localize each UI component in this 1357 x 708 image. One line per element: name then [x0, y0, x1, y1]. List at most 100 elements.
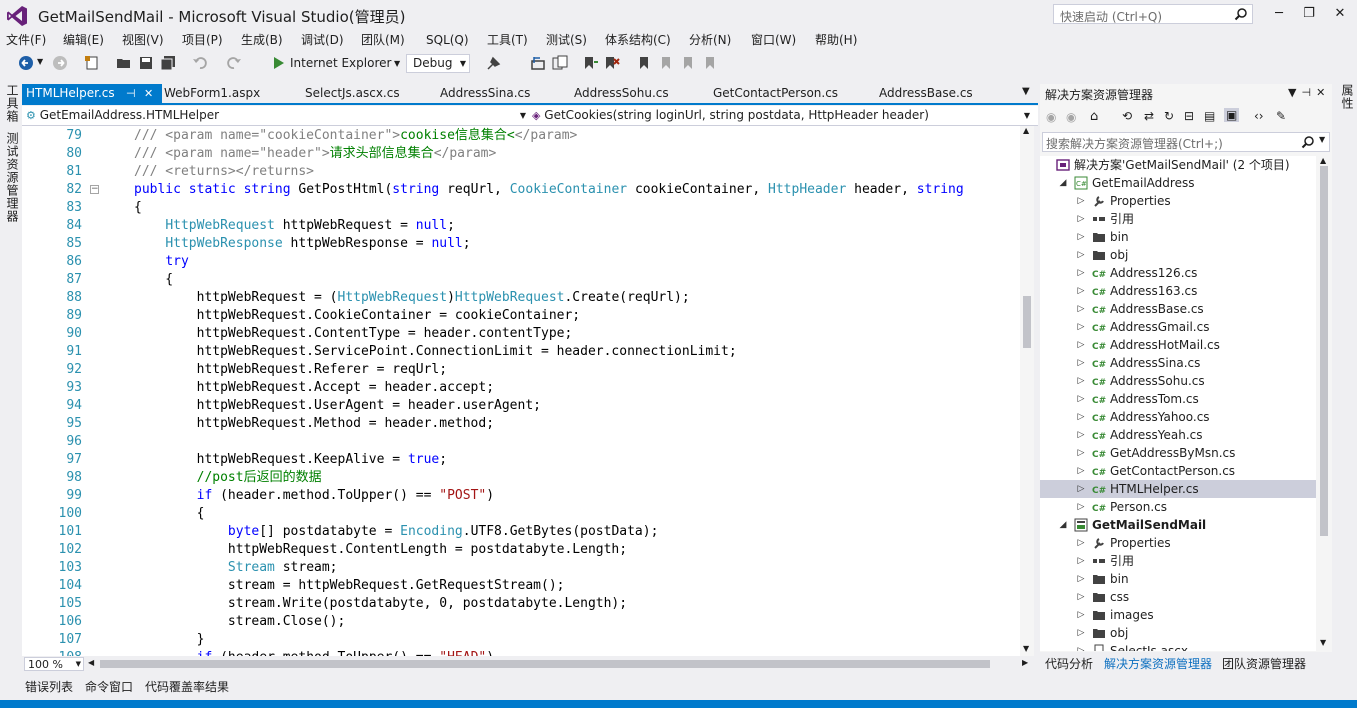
bookmark-clear-icon[interactable]: [658, 55, 674, 71]
scroll-thumb[interactable]: [1023, 296, 1031, 348]
tree-item[interactable]: ◢ GetMailSendMail: [1040, 516, 1316, 534]
collapsed-arrow-icon[interactable]: ▷: [1076, 552, 1086, 570]
tree-item[interactable]: ▷ C# GetAddressByMsn.cs: [1040, 444, 1316, 462]
collapsed-arrow-icon[interactable]: ▷: [1076, 282, 1086, 300]
menu-architecture[interactable]: 体系结构(C): [605, 32, 671, 48]
tree-item[interactable]: ▷ bin: [1040, 570, 1316, 588]
collapsed-arrow-icon[interactable]: ▷: [1076, 300, 1086, 318]
view-code-icon[interactable]: ‹›: [1254, 109, 1264, 123]
scroll-thumb[interactable]: [1320, 166, 1328, 536]
collapsed-arrow-icon[interactable]: ▷: [1076, 372, 1086, 390]
back-dropdown-icon[interactable]: ▼: [37, 57, 43, 66]
pin-icon[interactable]: ⊣: [1301, 86, 1316, 99]
collapsed-arrow-icon[interactable]: ▷: [1076, 606, 1086, 624]
tab-code-analysis[interactable]: 代码分析: [1045, 655, 1093, 672]
home-icon[interactable]: ⌂: [1090, 109, 1098, 124]
collapsed-arrow-icon[interactable]: ▷: [1076, 408, 1086, 426]
tree-item[interactable]: ▷ bin: [1040, 228, 1316, 246]
collapsed-arrow-icon[interactable]: ▷: [1076, 624, 1086, 642]
quick-launch-input[interactable]: 快速启动 (Ctrl+Q): [1053, 4, 1253, 24]
bookmark-prev-folder-icon[interactable]: [680, 55, 696, 71]
horizontal-scroll-thumb[interactable]: [100, 660, 990, 668]
browser-target[interactable]: Internet Explorer: [290, 56, 391, 70]
tab-htmlhelper[interactable]: HTMLHelper.cs ⊣ ✕: [22, 84, 162, 103]
collapsed-arrow-icon[interactable]: ▷: [1076, 318, 1086, 336]
code-editor[interactable]: 79 /// <param name="cookieContainer">cook…: [22, 126, 1020, 656]
collapsed-arrow-icon[interactable]: ▷: [1076, 210, 1086, 228]
back-icon[interactable]: ◉: [1046, 110, 1056, 124]
collapsed-arrow-icon[interactable]: ▷: [1076, 426, 1086, 444]
back-icon[interactable]: [18, 55, 34, 71]
test-explorer-tab[interactable]: 测试资源管理器: [4, 132, 21, 223]
tree-item[interactable]: ▷ C# Address126.cs: [1040, 264, 1316, 282]
tree-item[interactable]: ▷ Properties: [1040, 192, 1316, 210]
menu-file[interactable]: 文件(F): [6, 32, 46, 48]
tree-item[interactable]: ▷ 引用: [1040, 210, 1316, 228]
toolbox-tab[interactable]: 工具箱: [4, 84, 21, 123]
bookmark-next-icon[interactable]: [583, 55, 599, 71]
tree-item[interactable]: ▷ C# HTMLHelper.cs: [1040, 480, 1316, 498]
zoom-select[interactable]: 100 % ▼: [24, 657, 84, 671]
save-all-icon[interactable]: [160, 55, 176, 71]
tree-item[interactable]: ▷ C# Person.cs: [1040, 498, 1316, 516]
collapsed-arrow-icon[interactable]: ▷: [1076, 642, 1086, 651]
collapsed-arrow-icon[interactable]: ▷: [1076, 354, 1086, 372]
attach-icon[interactable]: [486, 55, 502, 71]
tab-command-window[interactable]: 命令窗口: [85, 678, 133, 695]
collapsed-arrow-icon[interactable]: ▷: [1076, 390, 1086, 408]
tab-overflow-icon[interactable]: ▼: [1022, 86, 1030, 97]
collapsed-arrow-icon[interactable]: ▷: [1076, 480, 1086, 498]
scroll-left-icon[interactable]: ◀: [88, 658, 94, 667]
collapsed-arrow-icon[interactable]: ▷: [1076, 228, 1086, 246]
browser-dropdown-icon[interactable]: ▼: [394, 59, 400, 68]
bookmark-prev-icon[interactable]: [604, 55, 620, 71]
tree-item[interactable]: ▷ obj: [1040, 246, 1316, 264]
scroll-down-icon[interactable]: ▼: [1320, 638, 1326, 647]
tab-code-coverage[interactable]: 代码覆盖率结果: [145, 678, 229, 695]
close-tab-icon[interactable]: ✕: [144, 84, 153, 103]
collapsed-arrow-icon[interactable]: ▷: [1076, 444, 1086, 462]
tab-solution-explorer[interactable]: 解决方案资源管理器: [1104, 655, 1212, 672]
menu-analyze[interactable]: 分析(N): [689, 32, 731, 48]
collapsed-arrow-icon[interactable]: ▷: [1076, 264, 1086, 282]
menu-window[interactable]: 窗口(W): [751, 32, 796, 48]
tab-selectjs[interactable]: SelectJs.ascx.cs: [305, 84, 400, 103]
tree-item[interactable]: ▷ C# AddressHotMail.cs: [1040, 336, 1316, 354]
menu-debug[interactable]: 调试(D): [301, 32, 344, 48]
minimize-button[interactable]: ─: [1267, 4, 1291, 24]
toggle-view-icon[interactable]: [552, 55, 568, 71]
refresh-icon[interactable]: ↻: [1164, 109, 1174, 123]
menu-test[interactable]: 测试(S): [546, 32, 587, 48]
tree-item[interactable]: ◢ C# GetEmailAddress: [1040, 174, 1316, 192]
forward-icon[interactable]: [52, 55, 68, 71]
step-icon[interactable]: [530, 55, 546, 71]
properties-tab[interactable]: 属性: [1339, 84, 1356, 110]
scroll-right-icon[interactable]: ▶: [1022, 658, 1028, 667]
menu-tools[interactable]: 工具(T): [487, 32, 528, 48]
solution-tree-scrollbar[interactable]: ▲ ▼: [1316, 156, 1332, 651]
restore-button[interactable]: ❐: [1297, 4, 1321, 24]
menu-project[interactable]: 项目(P): [182, 32, 223, 48]
tree-item[interactable]: ▷ C# GetContactPerson.cs: [1040, 462, 1316, 480]
collapsed-arrow-icon[interactable]: ▷: [1076, 462, 1086, 480]
properties-view-icon[interactable]: ▣: [1224, 108, 1240, 122]
tab-addressbase[interactable]: AddressBase.cs: [879, 84, 973, 103]
start-debugging-icon[interactable]: [271, 55, 287, 71]
editor-vertical-scrollbar[interactable]: ▲ ▼: [1020, 126, 1034, 656]
scroll-up-icon[interactable]: ▲: [1320, 156, 1326, 165]
menu-sql[interactable]: SQL(Q): [426, 32, 469, 48]
close-icon[interactable]: ✕: [1316, 86, 1330, 99]
undo-icon[interactable]: [192, 55, 208, 71]
tab-addresssina[interactable]: AddressSina.cs: [440, 84, 530, 103]
menu-team[interactable]: 团队(M): [361, 32, 405, 48]
collapse-all-icon[interactable]: ⊟: [1184, 109, 1194, 123]
tree-item[interactable]: ▷ Properties: [1040, 534, 1316, 552]
menu-help[interactable]: 帮助(H): [815, 32, 857, 48]
solution-configuration-select[interactable]: Debug ▼: [406, 54, 470, 73]
wrench-icon[interactable]: ✎: [1276, 109, 1286, 123]
tree-item[interactable]: 解决方案'GetMailSendMail' (2 个项目): [1040, 156, 1316, 174]
redo-icon[interactable]: [226, 55, 242, 71]
tree-item[interactable]: ▷ C# AddressSohu.cs: [1040, 372, 1316, 390]
tab-team-explorer[interactable]: 团队资源管理器: [1222, 655, 1306, 672]
collapsed-arrow-icon[interactable]: ▷: [1076, 192, 1086, 210]
